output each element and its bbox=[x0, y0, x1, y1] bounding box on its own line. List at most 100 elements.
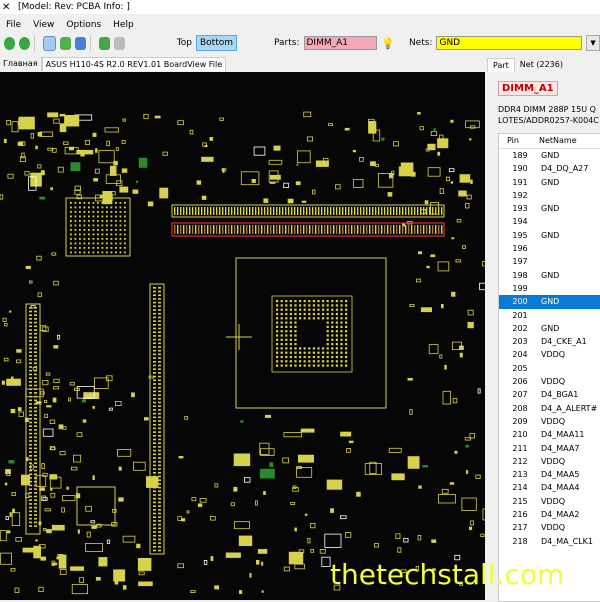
table-row[interactable]: 207 D4_BGA1 bbox=[499, 388, 600, 401]
connector-pin bbox=[34, 395, 37, 398]
connector-pin bbox=[158, 390, 161, 393]
select-icon[interactable] bbox=[42, 35, 56, 51]
tab-net[interactable]: Net (2236) bbox=[515, 58, 568, 72]
pcb-component bbox=[6, 530, 11, 534]
cpu-pin bbox=[340, 330, 343, 333]
side-bottom-button[interactable]: Bottom bbox=[195, 35, 237, 51]
connector-pin bbox=[158, 324, 161, 326]
pcb-component bbox=[33, 545, 41, 559]
connector-pcie[interactable] bbox=[149, 283, 165, 555]
chip-outline-2[interactable] bbox=[76, 486, 116, 526]
table-row[interactable]: 205 bbox=[499, 362, 600, 375]
dimm-pin bbox=[324, 207, 326, 215]
chip-pin bbox=[101, 242, 104, 245]
table-row[interactable]: 194 bbox=[499, 215, 600, 228]
cpu-pin bbox=[303, 312, 306, 316]
dimm-pin bbox=[294, 207, 296, 215]
dimm-pin bbox=[255, 225, 257, 234]
chip-pin bbox=[88, 251, 90, 254]
table-row[interactable]: 193 GND bbox=[499, 202, 600, 215]
pcb-component bbox=[469, 520, 474, 526]
table-row[interactable]: 189 GND bbox=[499, 149, 600, 162]
dimm-pin bbox=[240, 225, 242, 234]
table-row[interactable]: 191 GND bbox=[499, 176, 600, 189]
pcb-component bbox=[131, 392, 135, 398]
board-view[interactable] bbox=[0, 72, 485, 600]
table-row[interactable]: 209 VDDQ bbox=[499, 415, 600, 428]
forward-arrow-icon[interactable] bbox=[113, 36, 125, 50]
side-top-button[interactable]: Top bbox=[177, 38, 192, 48]
tab-home[interactable]: Главная bbox=[0, 57, 42, 71]
pcb-component bbox=[427, 167, 441, 177]
zoom-in-icon[interactable] bbox=[74, 36, 86, 50]
dimm-pin bbox=[438, 207, 440, 215]
connector-pin bbox=[29, 403, 32, 405]
tab-boardview-file[interactable]: ASUS H110-4S R2.0 REV1.01 BoardView File bbox=[41, 57, 227, 71]
chip-pin bbox=[88, 215, 90, 218]
pcb-component bbox=[40, 170, 45, 176]
rotate-right-icon[interactable] bbox=[19, 36, 31, 50]
connector-pin bbox=[34, 462, 37, 464]
table-row[interactable]: 217 VDDQ bbox=[499, 521, 600, 534]
pcb-canvas[interactable] bbox=[0, 72, 485, 600]
pcb-component bbox=[475, 474, 481, 479]
cpu-pin bbox=[331, 304, 334, 307]
cpu-pin bbox=[345, 304, 348, 307]
table-row[interactable]: 213 D4_MAA5 bbox=[499, 468, 600, 481]
chip-pin bbox=[106, 238, 108, 240]
table-row[interactable]: 214 D4_MAA4 bbox=[499, 481, 600, 494]
pcb-component bbox=[68, 397, 72, 402]
table-row[interactable]: 201 bbox=[499, 309, 600, 322]
table-row[interactable]: 215 VDDQ bbox=[499, 495, 600, 508]
connector-pin bbox=[29, 329, 32, 331]
bulb-icon[interactable]: 💡 bbox=[381, 37, 395, 50]
table-row[interactable]: 200 GND bbox=[499, 295, 600, 309]
table-row[interactable]: 218 D4_MA_CLK1 bbox=[499, 535, 600, 548]
pcb-component bbox=[477, 388, 481, 394]
nets-input[interactable]: GND bbox=[436, 36, 583, 50]
pcb-component bbox=[10, 567, 16, 572]
column-header-netname[interactable]: NetName bbox=[539, 134, 600, 148]
pcb-component bbox=[51, 562, 58, 566]
pcb-component bbox=[465, 202, 470, 209]
menu-help[interactable]: Help bbox=[107, 20, 140, 30]
table-row[interactable]: 192 bbox=[499, 189, 600, 202]
table-row[interactable]: 196 bbox=[499, 242, 600, 255]
table-row[interactable]: 210 D4_MAA11 bbox=[499, 428, 600, 441]
table-row[interactable]: 206 VDDQ bbox=[499, 375, 600, 388]
connector-pin bbox=[158, 527, 161, 530]
table-row[interactable]: 203 D4_CKE_A1 bbox=[499, 335, 600, 348]
table-row[interactable]: 211 D4_MAA7 bbox=[499, 442, 600, 455]
table-row[interactable]: 204 VDDQ bbox=[499, 348, 600, 361]
chip-pin bbox=[115, 220, 117, 222]
connector-pin bbox=[158, 290, 161, 293]
table-row[interactable]: 216 D4_MAA2 bbox=[499, 508, 600, 521]
menu-view[interactable]: View bbox=[27, 20, 60, 30]
chevron-down-icon[interactable]: ▼ bbox=[586, 35, 600, 51]
rotate-left-icon[interactable] bbox=[4, 36, 16, 50]
table-row[interactable]: 198 GND bbox=[499, 269, 600, 282]
connector-pin bbox=[158, 398, 161, 400]
pin-table[interactable]: Pin NetName 189 GND 190 D4_DQ_A27 191 GND 192 1… bbox=[498, 133, 600, 602]
table-row[interactable]: 195 GND bbox=[499, 229, 600, 242]
table-row[interactable]: 190 D4_DQ_A27 bbox=[499, 162, 600, 175]
zoom-fit-icon[interactable] bbox=[59, 36, 71, 50]
cpu-socket-outline[interactable] bbox=[235, 257, 387, 409]
table-row[interactable]: 208 D4_A_ALERT# bbox=[499, 402, 600, 415]
column-header-pin[interactable]: Pin bbox=[499, 134, 539, 148]
dimm-pin bbox=[240, 207, 242, 215]
connector-pin bbox=[34, 381, 37, 383]
menu-options[interactable]: Options bbox=[60, 20, 107, 30]
menu-file[interactable]: File bbox=[0, 20, 27, 30]
chip-pin bbox=[74, 211, 77, 213]
table-row[interactable]: 197 bbox=[499, 255, 600, 268]
table-row[interactable]: 199 bbox=[499, 282, 600, 295]
back-arrow-icon[interactable] bbox=[98, 36, 110, 50]
tab-part[interactable]: Part bbox=[487, 58, 515, 72]
toolbar-separator bbox=[34, 35, 35, 51]
pin-cell: 203 bbox=[512, 337, 528, 347]
cpu-pin bbox=[280, 325, 283, 328]
table-row[interactable]: 202 GND bbox=[499, 322, 600, 335]
parts-input[interactable]: DIMM_A1 bbox=[303, 36, 378, 50]
table-row[interactable]: 212 VDDQ bbox=[499, 455, 600, 468]
